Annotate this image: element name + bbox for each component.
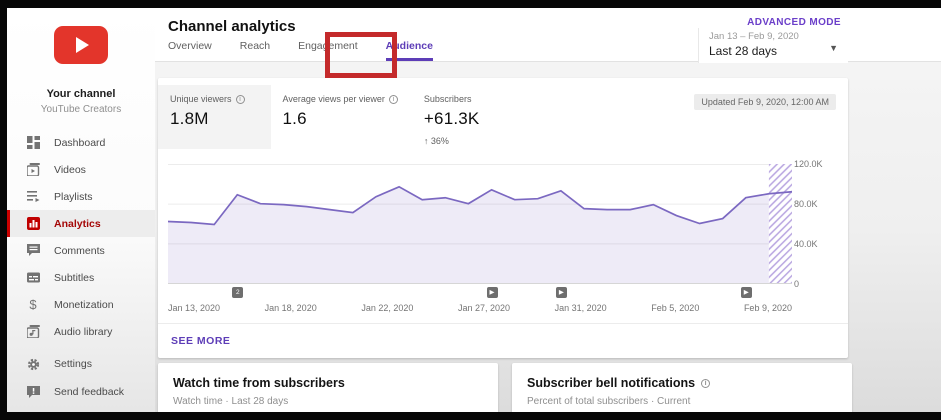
info-icon: i: [235, 94, 245, 104]
x-tick: Feb 9, 2020: [743, 303, 792, 313]
monetization-icon: $: [29, 297, 37, 312]
stats-row: Unique viewers i 1.8M Average views per v…: [158, 78, 848, 152]
y-tick: 80.0K: [794, 199, 818, 209]
sidebar-item-monetization[interactable]: $ Monetization: [7, 291, 155, 318]
youtube-logo-icon[interactable]: [54, 26, 108, 64]
chart-marker-row: 2 ▶ ▶ ▶: [168, 287, 792, 302]
page-title: Channel analytics: [168, 18, 296, 35]
subscribers-value: +61.3K: [423, 109, 480, 128]
comments-icon: [26, 244, 40, 258]
subscribers-delta: ↑ 36%: [423, 136, 449, 146]
sidebar-item-settings[interactable]: Settings: [7, 350, 155, 378]
bell-card-subtitle: Percent of total subscribers · Current: [527, 396, 691, 407]
stat-unique-viewers[interactable]: Unique viewers i 1.8M: [158, 85, 271, 149]
chart-plot-area[interactable]: [168, 164, 792, 284]
watch-time-card-subtitle: Watch time · Last 28 days: [173, 396, 289, 407]
average-views-value: 1.6: [282, 109, 307, 128]
x-tick: Jan 31, 2020: [554, 303, 607, 313]
video-marker-badge[interactable]: ▶: [486, 287, 498, 298]
date-range-picker[interactable]: Jan 13 – Feb 9, 2020 Last 28 days ▼: [698, 28, 848, 63]
y-tick: 0: [794, 279, 800, 289]
analytics-tabs: Overview Reach Engagement Audience: [168, 40, 433, 61]
audio-library-icon: [26, 325, 40, 339]
chart-y-axis: 120.0K 80.0K 40.0K 0: [794, 159, 834, 289]
x-tick: Feb 5, 2020: [651, 303, 700, 313]
stat-subscribers[interactable]: Subscribers +61.3K ↑ 36%: [412, 85, 494, 155]
info-icon: i: [701, 378, 711, 388]
sidebar-item-audio-library[interactable]: Audio library: [7, 318, 155, 345]
letterbox-bottom: [0, 412, 941, 420]
x-tick: Jan 27, 2020: [457, 303, 511, 313]
letterbox-top: [0, 0, 941, 8]
letterbox-left: [0, 0, 7, 420]
updated-badge: Updated Feb 9, 2020, 12:00 AM: [694, 94, 836, 110]
tab-reach[interactable]: Reach: [240, 40, 270, 61]
analytics-icon: [26, 217, 40, 231]
date-preset-text: Last 28 days: [709, 44, 778, 58]
tab-audience[interactable]: Audience: [385, 40, 433, 61]
sidebar-item-subtitles[interactable]: Subtitles: [7, 264, 155, 291]
channel-subtitle: YouTube Creators: [40, 104, 122, 115]
sidebar-item-videos[interactable]: Videos: [7, 156, 155, 183]
chevron-down-icon: ▼: [829, 43, 838, 53]
see-more-link[interactable]: SEE MORE: [158, 323, 848, 358]
sidebar-menu: Dashboard Videos Playlists Analytics Com…: [7, 129, 155, 345]
sidebar-footer: Settings Send feedback: [7, 350, 155, 406]
y-tick: 40.0K: [794, 239, 818, 249]
video-marker-badge[interactable]: ▶: [740, 287, 752, 298]
video-marker-badge[interactable]: ▶: [555, 287, 567, 298]
subtitles-icon: [26, 271, 40, 285]
chart-x-axis: Jan 13, 2020 Jan 18, 2020 Jan 22, 2020 J…: [168, 303, 792, 313]
note-marker-badge[interactable]: 2: [232, 287, 244, 298]
date-range-text: Jan 13 – Feb 9, 2020: [709, 31, 799, 42]
sidebar-item-send-feedback[interactable]: Send feedback: [7, 378, 155, 406]
y-tick: 120.0K: [794, 159, 823, 169]
x-tick: Jan 18, 2020: [264, 303, 317, 313]
studio-sidebar: Your channel YouTube Creators Dashboard …: [7, 8, 155, 412]
tab-engagement[interactable]: Engagement: [298, 40, 358, 61]
feedback-icon: [26, 385, 40, 399]
audience-analytics-card: Unique viewers i 1.8M Average views per v…: [158, 78, 848, 358]
unique-viewers-value: 1.8M: [170, 109, 209, 128]
videos-icon: [26, 163, 40, 177]
sidebar-item-playlists[interactable]: Playlists: [7, 183, 155, 210]
bell-card-title: Subscriber bell notifications: [527, 376, 696, 390]
x-tick: Jan 22, 2020: [361, 303, 414, 313]
tab-overview[interactable]: Overview: [168, 40, 212, 61]
x-tick: Jan 13, 2020: [168, 303, 221, 313]
channel-name: Your channel: [46, 88, 116, 100]
gear-icon: [26, 357, 40, 371]
audience-chart-svg: [168, 164, 792, 283]
stat-average-views[interactable]: Average views per viewer i 1.6: [271, 85, 412, 138]
watch-time-card-title: Watch time from subscribers: [173, 376, 345, 390]
info-icon: i: [388, 94, 398, 104]
sidebar-item-comments[interactable]: Comments: [7, 237, 155, 264]
main-content: Channel analytics Overview Reach Engagem…: [155, 8, 941, 420]
advanced-mode-button[interactable]: ADVANCED MODE: [747, 17, 841, 28]
playlists-icon: [26, 190, 40, 204]
audience-chart: 2 ▶ ▶ ▶ Jan 13, 2020 Jan 18, 2020 Jan 22, 2…: [158, 159, 848, 313]
sidebar-item-dashboard[interactable]: Dashboard: [7, 129, 155, 156]
video-frame: Your channel YouTube Creators Dashboard …: [0, 0, 941, 420]
dashboard-icon: [26, 136, 40, 150]
chart-generated: [168, 164, 792, 283]
sidebar-item-analytics[interactable]: Analytics: [7, 210, 155, 237]
